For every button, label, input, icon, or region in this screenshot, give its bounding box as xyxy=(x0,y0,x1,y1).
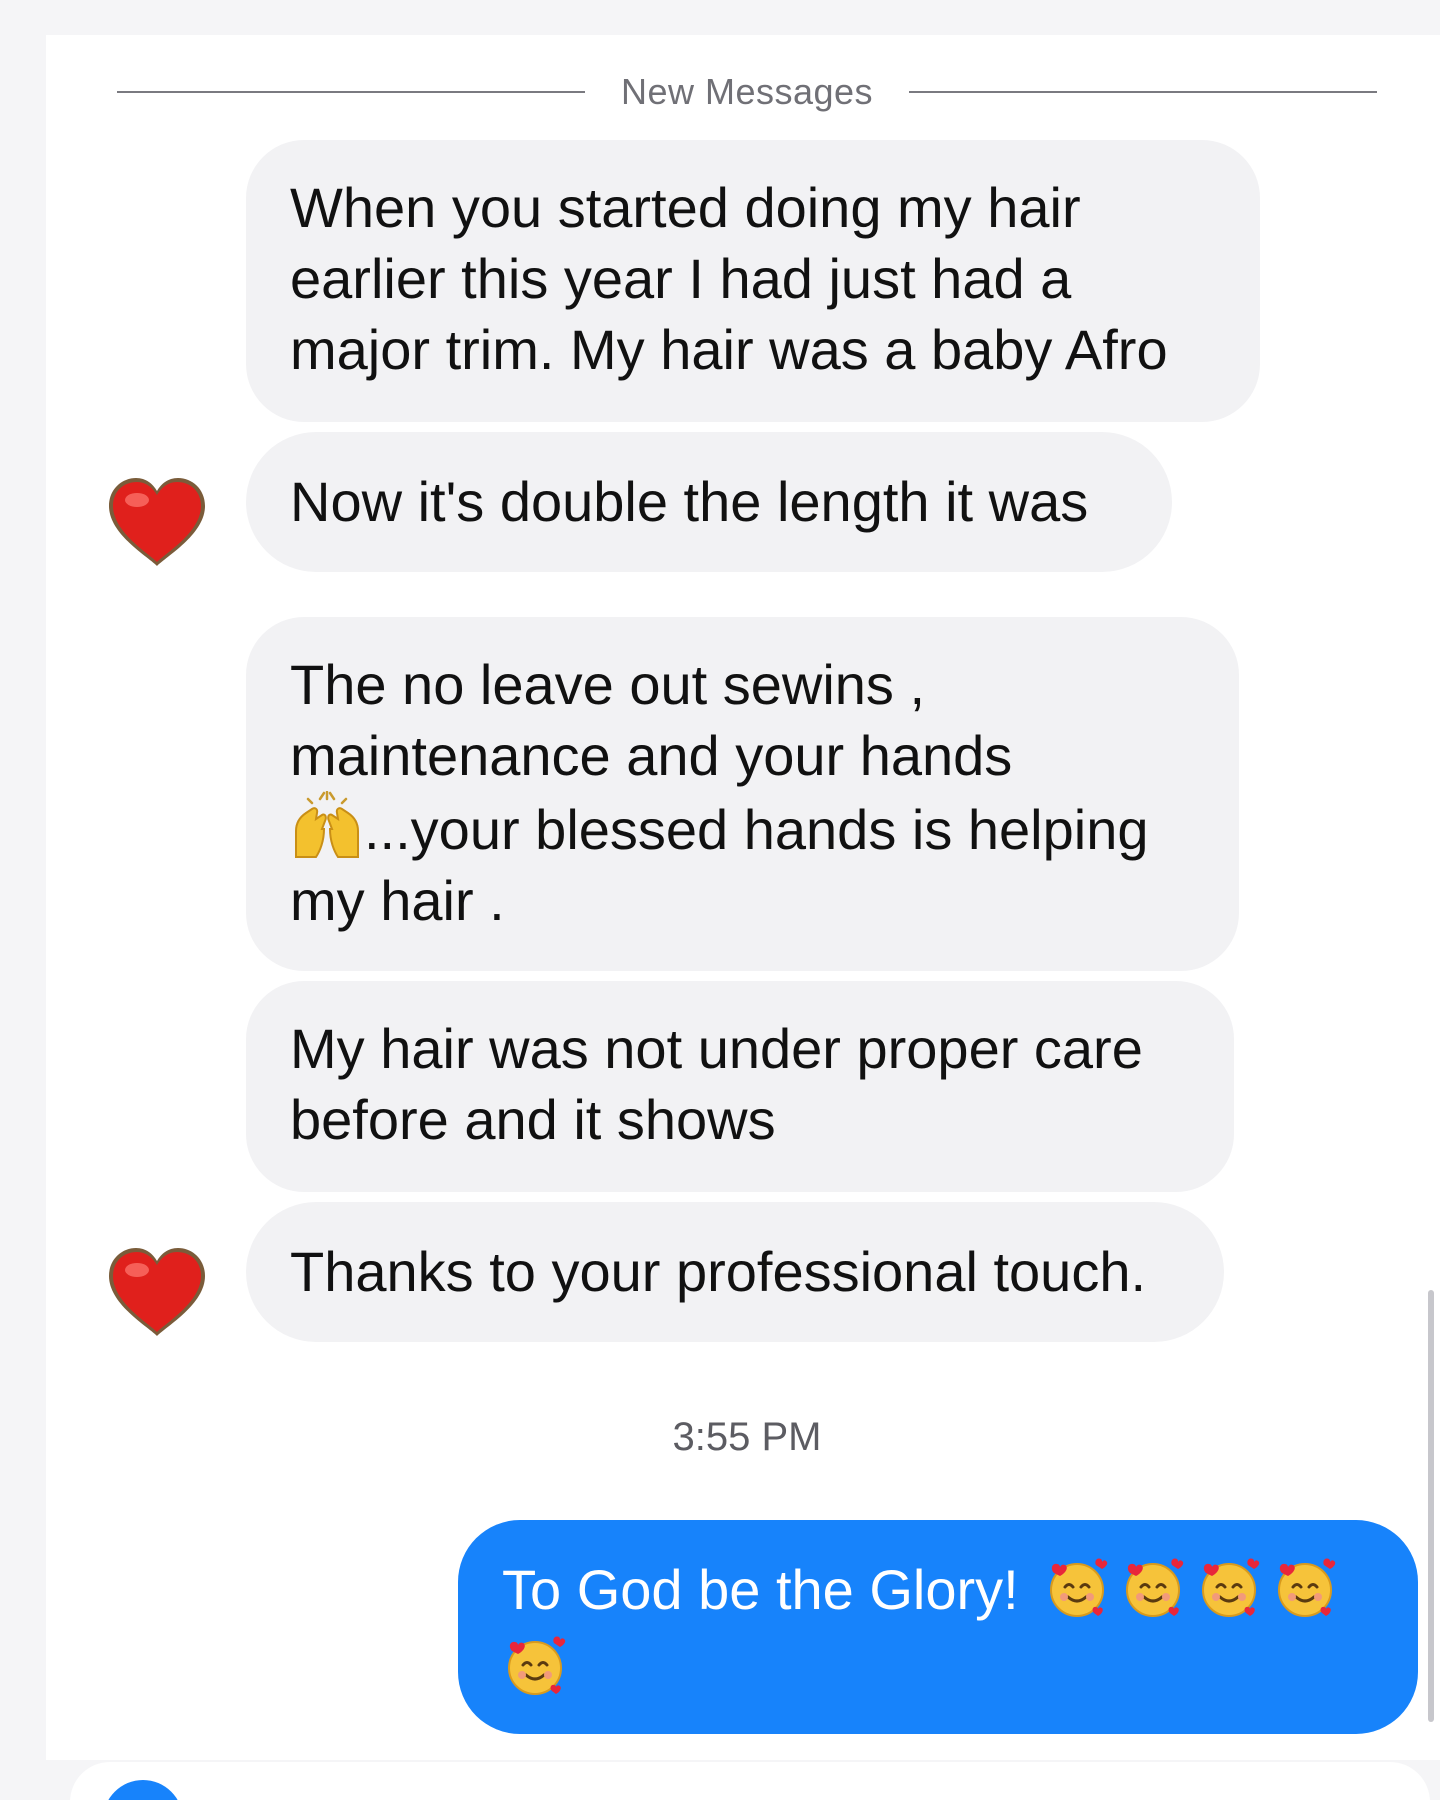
message-line: When you started doing my hair xyxy=(290,176,1081,239)
smiling-face-with-hearts-icon xyxy=(1050,1558,1108,1617)
message-text: Now it's double the length it was xyxy=(290,470,1089,533)
outgoing-message-bubble[interactable]: To God be the Glory! xyxy=(458,1520,1418,1734)
message-text: Thanks to your professional touch. xyxy=(290,1240,1147,1303)
divider-line-right xyxy=(909,91,1377,93)
scrollbar[interactable] xyxy=(1428,1290,1434,1722)
message-timestamp: 3:55 PM xyxy=(672,1415,822,1459)
message-line: ...your blessed hands is helping xyxy=(364,798,1149,861)
emoji-line xyxy=(502,1632,1374,1704)
message-line: major trim. My hair was a baby Afro xyxy=(290,318,1168,381)
message-composer[interactable] xyxy=(70,1762,1430,1800)
smiling-face-with-hearts-icon xyxy=(1126,1558,1184,1617)
message-line: before and it shows xyxy=(290,1088,776,1151)
new-messages-divider: New Messages xyxy=(117,71,1377,112)
message-line: maintenance and your hands xyxy=(290,724,1013,787)
message-line: earlier this year I had just had a xyxy=(290,247,1072,310)
message-line: my hair . xyxy=(290,869,505,932)
smiling-face-with-hearts-icon xyxy=(1278,1558,1336,1617)
incoming-message-bubble[interactable]: The no leave out sewins , maintenance an… xyxy=(246,617,1239,971)
incoming-message-bubble[interactable]: My hair was not under proper care before… xyxy=(246,981,1234,1192)
heart-icon[interactable] xyxy=(103,472,211,572)
divider-line-left xyxy=(117,91,585,93)
messenger-screen: New Messages When you started doing my h… xyxy=(0,0,1440,1800)
message-line: My hair was not under proper care xyxy=(290,1017,1143,1080)
smiling-face-with-hearts-icon xyxy=(1202,1558,1260,1617)
message-line: The no leave out sewins , xyxy=(290,653,926,716)
incoming-message-bubble[interactable]: Now it's double the length it was xyxy=(246,432,1172,572)
smiling-face-with-hearts-icon xyxy=(508,1636,566,1695)
incoming-message-bubble[interactable]: Thanks to your professional touch. xyxy=(246,1202,1224,1342)
incoming-message-bubble[interactable]: When you started doing my hair earlier t… xyxy=(246,140,1260,422)
new-messages-label: New Messages xyxy=(620,71,874,112)
raising-hands-icon xyxy=(295,791,359,858)
heart-icon[interactable] xyxy=(103,1242,211,1342)
message-text: To God be the Glory! xyxy=(502,1558,1019,1621)
message-line-with-emoji: ...your blessed hands is helping xyxy=(290,791,1195,865)
